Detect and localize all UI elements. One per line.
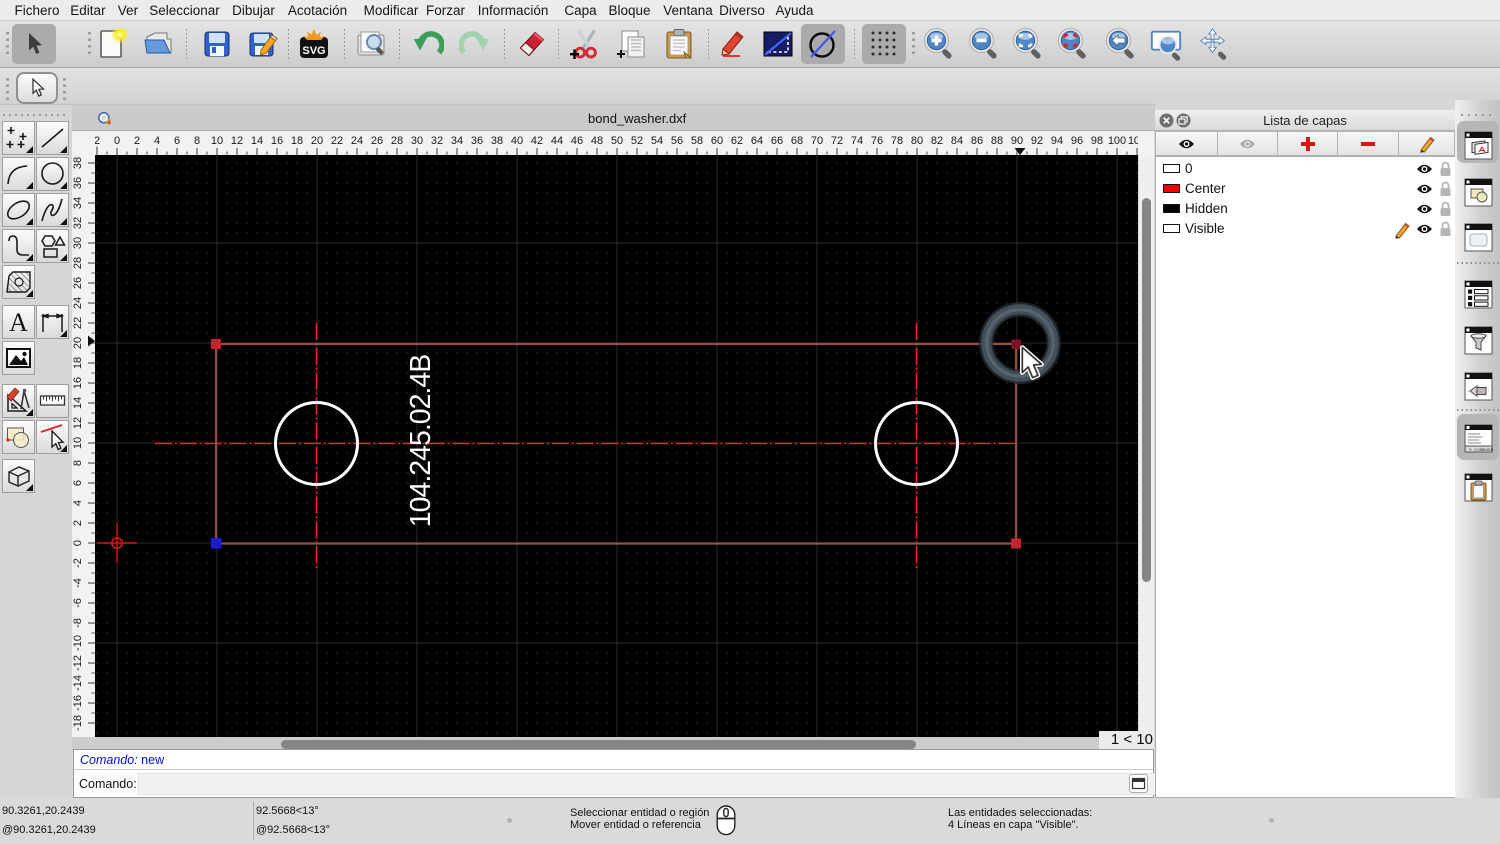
svg-text:76: 76	[871, 135, 883, 147]
svg-text:20: 20	[311, 135, 323, 147]
svg-text:104.245.02.4B: 104.245.02.4B	[405, 355, 437, 527]
svg-text:74: 74	[851, 135, 863, 147]
svg-text:32: 32	[72, 217, 84, 229]
svg-text:42: 42	[531, 135, 543, 147]
svg-text:-10: -10	[72, 635, 84, 651]
svg-text:34: 34	[451, 135, 463, 147]
svg-text:24: 24	[72, 297, 84, 309]
svg-text:2: 2	[95, 135, 100, 147]
svg-text:66: 66	[771, 135, 783, 147]
svg-text:SVG: SVG	[302, 45, 325, 57]
svg-text:0: 0	[114, 135, 120, 147]
svg-text:8: 8	[72, 460, 84, 466]
svg-text:14: 14	[251, 135, 263, 147]
svg-text:-8: -8	[72, 618, 84, 628]
svg-text:44: 44	[551, 135, 563, 147]
svg-text:4: 4	[154, 135, 160, 147]
svg-text:26: 26	[371, 135, 383, 147]
svg-text:78: 78	[891, 135, 903, 147]
svg-text:18: 18	[291, 135, 303, 147]
svg-text:-16: -16	[72, 695, 84, 711]
svg-text:16: 16	[72, 377, 84, 389]
svg-text:54: 54	[651, 135, 663, 147]
svg-text:86: 86	[971, 135, 983, 147]
svg-text:50: 50	[611, 135, 623, 147]
svg-text:A: A	[9, 308, 28, 336]
svg-text:> command: > command	[1469, 447, 1493, 453]
svg-text:80: 80	[911, 135, 923, 147]
svg-text:-6: -6	[72, 598, 84, 608]
svg-text:72: 72	[831, 135, 843, 147]
svg-text:28: 28	[72, 257, 84, 269]
svg-text:68: 68	[791, 135, 803, 147]
svg-text:6: 6	[174, 135, 180, 147]
svg-text:14: 14	[72, 397, 84, 409]
svg-text:-2: -2	[72, 558, 84, 568]
svg-text:-4: -4	[72, 578, 84, 588]
svg-text:30: 30	[72, 237, 84, 249]
svg-text:32: 32	[431, 135, 443, 147]
svg-text:56: 56	[671, 135, 683, 147]
svg-text:102: 102	[1128, 135, 1138, 147]
svg-text:22: 22	[331, 135, 343, 147]
svg-text:6: 6	[72, 480, 84, 486]
svg-text:58: 58	[691, 135, 703, 147]
svg-text:26: 26	[72, 277, 84, 289]
svg-text:0: 0	[72, 540, 84, 546]
svg-text:98: 98	[1091, 135, 1103, 147]
svg-text:62: 62	[731, 135, 743, 147]
svg-text:22: 22	[72, 317, 84, 329]
svg-text:-12: -12	[72, 655, 84, 671]
svg-text:18: 18	[72, 357, 84, 369]
svg-text:64: 64	[751, 135, 763, 147]
svg-text:12: 12	[72, 417, 84, 429]
svg-text:60: 60	[711, 135, 723, 147]
svg-text:90: 90	[1011, 135, 1023, 147]
svg-text:12: 12	[231, 135, 243, 147]
svg-text:96: 96	[1071, 135, 1083, 147]
svg-text:-14: -14	[72, 675, 84, 691]
svg-text:20: 20	[72, 337, 84, 349]
svg-text:8: 8	[194, 135, 200, 147]
svg-text:88: 88	[991, 135, 1003, 147]
svg-text:10: 10	[211, 135, 223, 147]
svg-text:2: 2	[72, 520, 84, 526]
svg-text:48: 48	[591, 135, 603, 147]
svg-text:-18: -18	[72, 715, 84, 731]
svg-text:16: 16	[271, 135, 283, 147]
svg-text:10: 10	[72, 437, 84, 449]
svg-text:84: 84	[951, 135, 963, 147]
svg-text:24: 24	[351, 135, 363, 147]
svg-text:38: 38	[72, 157, 84, 169]
svg-text:34: 34	[72, 197, 84, 209]
svg-text:30: 30	[411, 135, 423, 147]
svg-text:82: 82	[931, 135, 943, 147]
svg-text:38: 38	[491, 135, 503, 147]
svg-text:4: 4	[72, 500, 84, 506]
svg-text:28: 28	[391, 135, 403, 147]
svg-text:2: 2	[134, 135, 140, 147]
svg-text:100: 100	[1108, 135, 1126, 147]
svg-text:36: 36	[471, 135, 483, 147]
svg-text:94: 94	[1051, 135, 1063, 147]
svg-text:70: 70	[811, 135, 823, 147]
svg-text:92: 92	[1031, 135, 1043, 147]
svg-text:46: 46	[571, 135, 583, 147]
svg-text:52: 52	[631, 135, 643, 147]
svg-text:36: 36	[72, 177, 84, 189]
svg-text:40: 40	[511, 135, 523, 147]
